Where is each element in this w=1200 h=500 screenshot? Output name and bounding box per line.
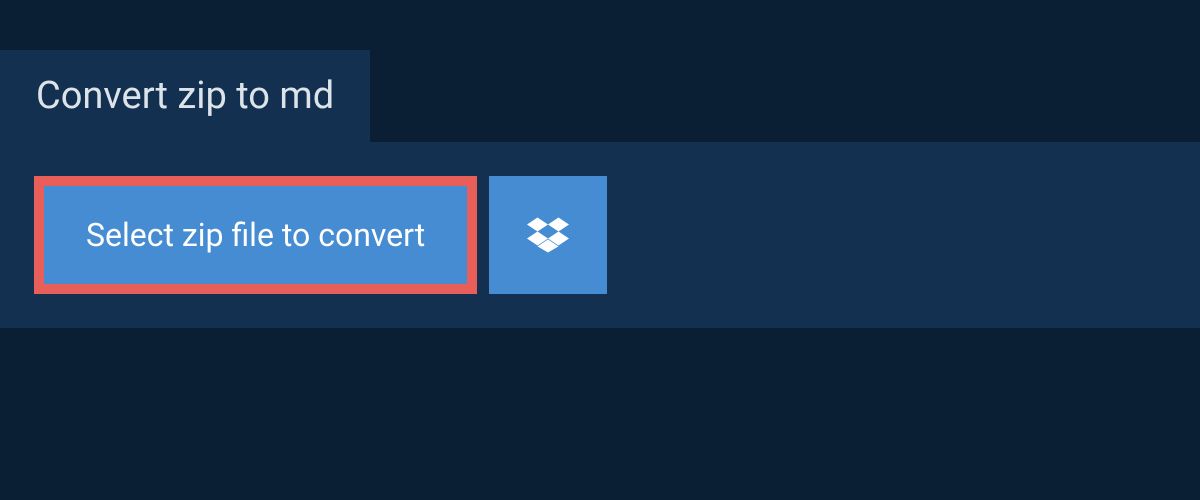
action-button-row: Select zip file to convert: [34, 176, 1166, 294]
dropbox-button[interactable]: [489, 176, 607, 294]
dropbox-icon: [527, 214, 569, 256]
select-file-button[interactable]: Select zip file to convert: [34, 176, 477, 294]
converter-panel: Select zip file to convert: [0, 142, 1200, 328]
converter-tab: Convert zip to md: [0, 50, 370, 142]
page-title: Convert zip to md: [36, 74, 334, 118]
